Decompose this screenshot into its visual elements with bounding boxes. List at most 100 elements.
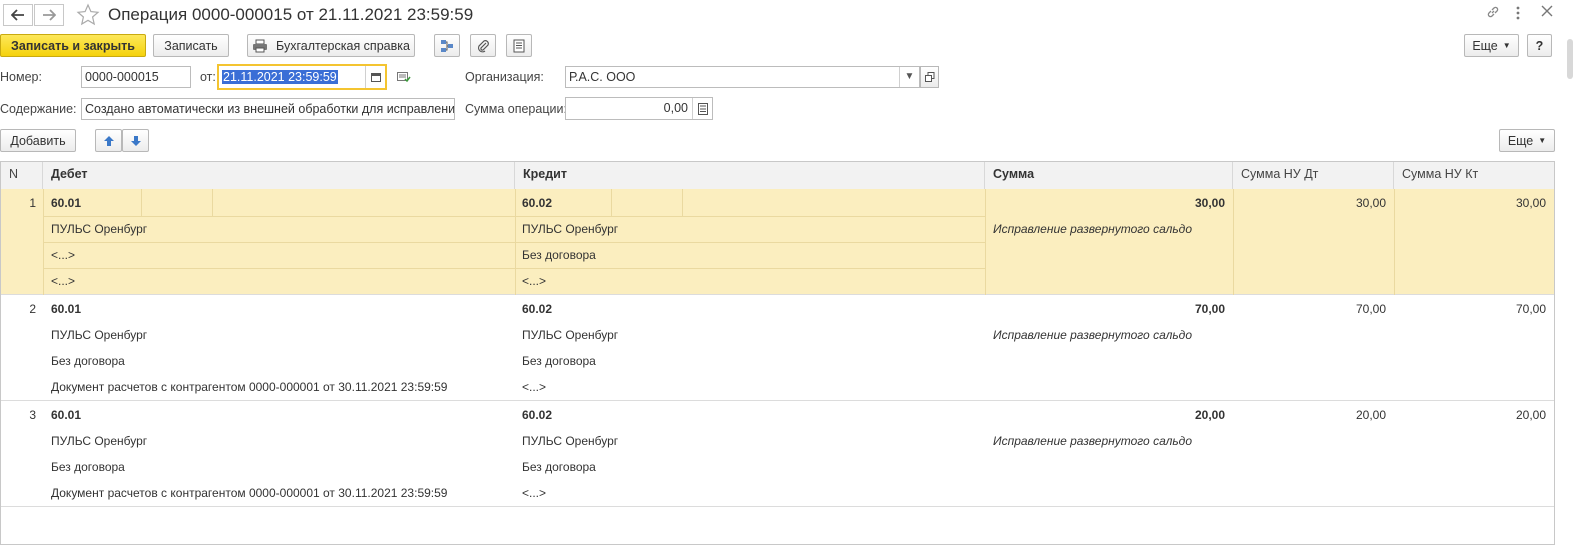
comment[interactable]: Исправление развернутого сальдо [993, 328, 1192, 342]
debit-account[interactable]: 60.01 [51, 408, 81, 422]
debit-subconto-3[interactable]: Документ расчетов с контрагентом 0000-00… [51, 486, 447, 500]
credit-subconto-2[interactable]: Без договора [522, 248, 596, 262]
open-organization-button[interactable] [920, 66, 939, 88]
entries-table[interactable]: N Дебет Кредит Сумма Сумма НУ Дт Сумма Н… [0, 161, 1555, 545]
window-scrollbar[interactable] [1559, 29, 1585, 547]
debit-subconto-2[interactable]: <...> [51, 248, 75, 262]
credit-account[interactable]: 60.02 [522, 302, 552, 316]
structure-button[interactable] [434, 34, 460, 57]
organization-field[interactable]: Р.А.С. ООО ▼ [565, 66, 920, 88]
sum-field[interactable]: 0,00 [565, 97, 713, 120]
help-button[interactable]: ? [1527, 34, 1552, 57]
sum-value[interactable]: 70,00 [985, 302, 1225, 316]
header-debit[interactable]: Дебет [43, 162, 515, 189]
arrow-up-icon [103, 135, 114, 146]
open-window-icon [924, 72, 934, 82]
date-label: от: [200, 70, 216, 84]
debit-account[interactable]: 60.01 [51, 196, 81, 210]
calendar-icon[interactable] [365, 66, 385, 88]
debit-subconto-3[interactable]: <...> [51, 274, 75, 288]
sum-nu-kt[interactable]: 30,00 [1394, 196, 1546, 210]
document-button[interactable] [506, 34, 532, 57]
forward-button[interactable] [34, 4, 64, 26]
credit-subconto-2[interactable]: Без договора [522, 460, 596, 474]
comment[interactable]: Исправление развернутого сальдо [993, 222, 1192, 236]
date-history-icon[interactable] [397, 71, 411, 86]
save-and-close-button[interactable]: Записать и закрыть [0, 34, 146, 57]
date-field[interactable]: 21.11.2021 23:59:59 [217, 64, 387, 90]
debit-subconto-2[interactable]: Без договора [51, 354, 125, 368]
table-more-label: Еще [1507, 133, 1534, 148]
content-field[interactable]: Создано автоматически из внешней обработ… [81, 98, 455, 120]
dropdown-arrow-icon: ▼ [1502, 41, 1511, 50]
favorite-star-icon[interactable] [76, 3, 100, 30]
header-sum[interactable]: Сумма [985, 162, 1233, 189]
paperclip-icon [477, 39, 489, 52]
sum-nu-dt[interactable]: 70,00 [1233, 302, 1386, 316]
credit-subconto-1[interactable]: ПУЛЬС Оренбург [522, 328, 618, 342]
row-number: 3 [29, 408, 36, 422]
sum-value[interactable]: 20,00 [985, 408, 1225, 422]
organization-label: Организация: [465, 70, 544, 84]
sum-value[interactable]: 30,00 [985, 196, 1225, 210]
chevron-down-icon[interactable]: ▼ [899, 67, 919, 87]
arrow-right-icon [43, 9, 56, 21]
debit-subconto-2[interactable]: Без договора [51, 460, 125, 474]
comment[interactable]: Исправление развернутого сальдо [993, 434, 1192, 448]
table-row[interactable]: 2 60.01 ПУЛЬС Оренбург Без договора Доку… [1, 295, 1554, 401]
debit-subconto-1[interactable]: ПУЛЬС Оренбург [51, 328, 147, 342]
calculator-icon[interactable] [692, 98, 712, 119]
more-button[interactable]: Еще ▼ [1464, 34, 1519, 57]
sum-nu-dt[interactable]: 20,00 [1233, 408, 1386, 422]
sum-nu-dt[interactable]: 30,00 [1233, 196, 1386, 210]
table-header: N Дебет Кредит Сумма Сумма НУ Дт Сумма Н… [1, 162, 1554, 190]
document-list-icon [513, 39, 525, 52]
credit-subconto-1[interactable]: ПУЛЬС Оренбург [522, 222, 618, 236]
table-row[interactable]: 3 60.01 ПУЛЬС Оренбург Без договора Доку… [1, 401, 1554, 507]
sum-label: Сумма операции: [465, 102, 567, 116]
add-button[interactable]: Добавить [0, 129, 76, 152]
sum-nu-kt[interactable]: 20,00 [1394, 408, 1546, 422]
move-up-button[interactable] [95, 129, 122, 152]
credit-account[interactable]: 60.02 [522, 408, 552, 422]
table-row[interactable]: 1 60.01 ПУЛЬС Оренбург <...> <...> 60.02… [1, 189, 1554, 295]
arrow-down-icon [130, 135, 141, 146]
accounting-report-label: Бухгалтерская справка [276, 38, 410, 53]
credit-subconto-3[interactable]: <...> [522, 380, 546, 394]
back-button[interactable] [3, 4, 33, 26]
content-label: Содержание: [0, 102, 77, 116]
scrollbar-thumb[interactable] [1567, 39, 1573, 79]
sum-nu-kt[interactable]: 70,00 [1394, 302, 1546, 316]
debit-account[interactable]: 60.01 [51, 302, 81, 316]
header-sum-nu-dt[interactable]: Сумма НУ Дт [1233, 162, 1394, 189]
header-sum-nu-kt[interactable]: Сумма НУ Кт [1394, 162, 1554, 189]
number-field[interactable]: 0000-000015 [81, 66, 191, 88]
hierarchy-icon [441, 39, 453, 52]
table-more-button[interactable]: Еще ▼ [1499, 129, 1555, 152]
arrow-left-icon [11, 9, 24, 21]
debit-subconto-1[interactable]: ПУЛЬС Оренбург [51, 434, 147, 448]
credit-subconto-3[interactable]: <...> [522, 486, 546, 500]
more-label: Еще [1472, 38, 1498, 53]
number-label: Номер: [0, 70, 42, 84]
row-number: 1 [29, 196, 36, 210]
dropdown-arrow-icon: ▼ [1538, 136, 1547, 145]
move-down-button[interactable] [122, 129, 149, 152]
accounting-report-button[interactable]: Бухгалтерская справка [247, 34, 415, 57]
menu-dots-icon[interactable] [1515, 5, 1521, 24]
debit-subconto-1[interactable]: ПУЛЬС Оренбург [51, 222, 147, 236]
save-button[interactable]: Записать [153, 34, 229, 57]
credit-subconto-1[interactable]: ПУЛЬС Оренбург [522, 434, 618, 448]
link-icon[interactable] [1486, 5, 1500, 22]
credit-subconto-2[interactable]: Без договора [522, 354, 596, 368]
credit-account[interactable]: 60.02 [522, 196, 552, 210]
credit-subconto-3[interactable]: <...> [522, 274, 546, 288]
date-value: 21.11.2021 23:59:59 [222, 70, 338, 84]
printer-icon [253, 39, 268, 52]
debit-subconto-3[interactable]: Документ расчетов с контрагентом 0000-00… [51, 380, 447, 394]
header-credit[interactable]: Кредит [515, 162, 985, 189]
close-icon[interactable] [1540, 4, 1554, 21]
header-n[interactable]: N [1, 162, 43, 189]
attach-button[interactable] [470, 34, 496, 57]
sum-value: 0,00 [663, 101, 688, 115]
